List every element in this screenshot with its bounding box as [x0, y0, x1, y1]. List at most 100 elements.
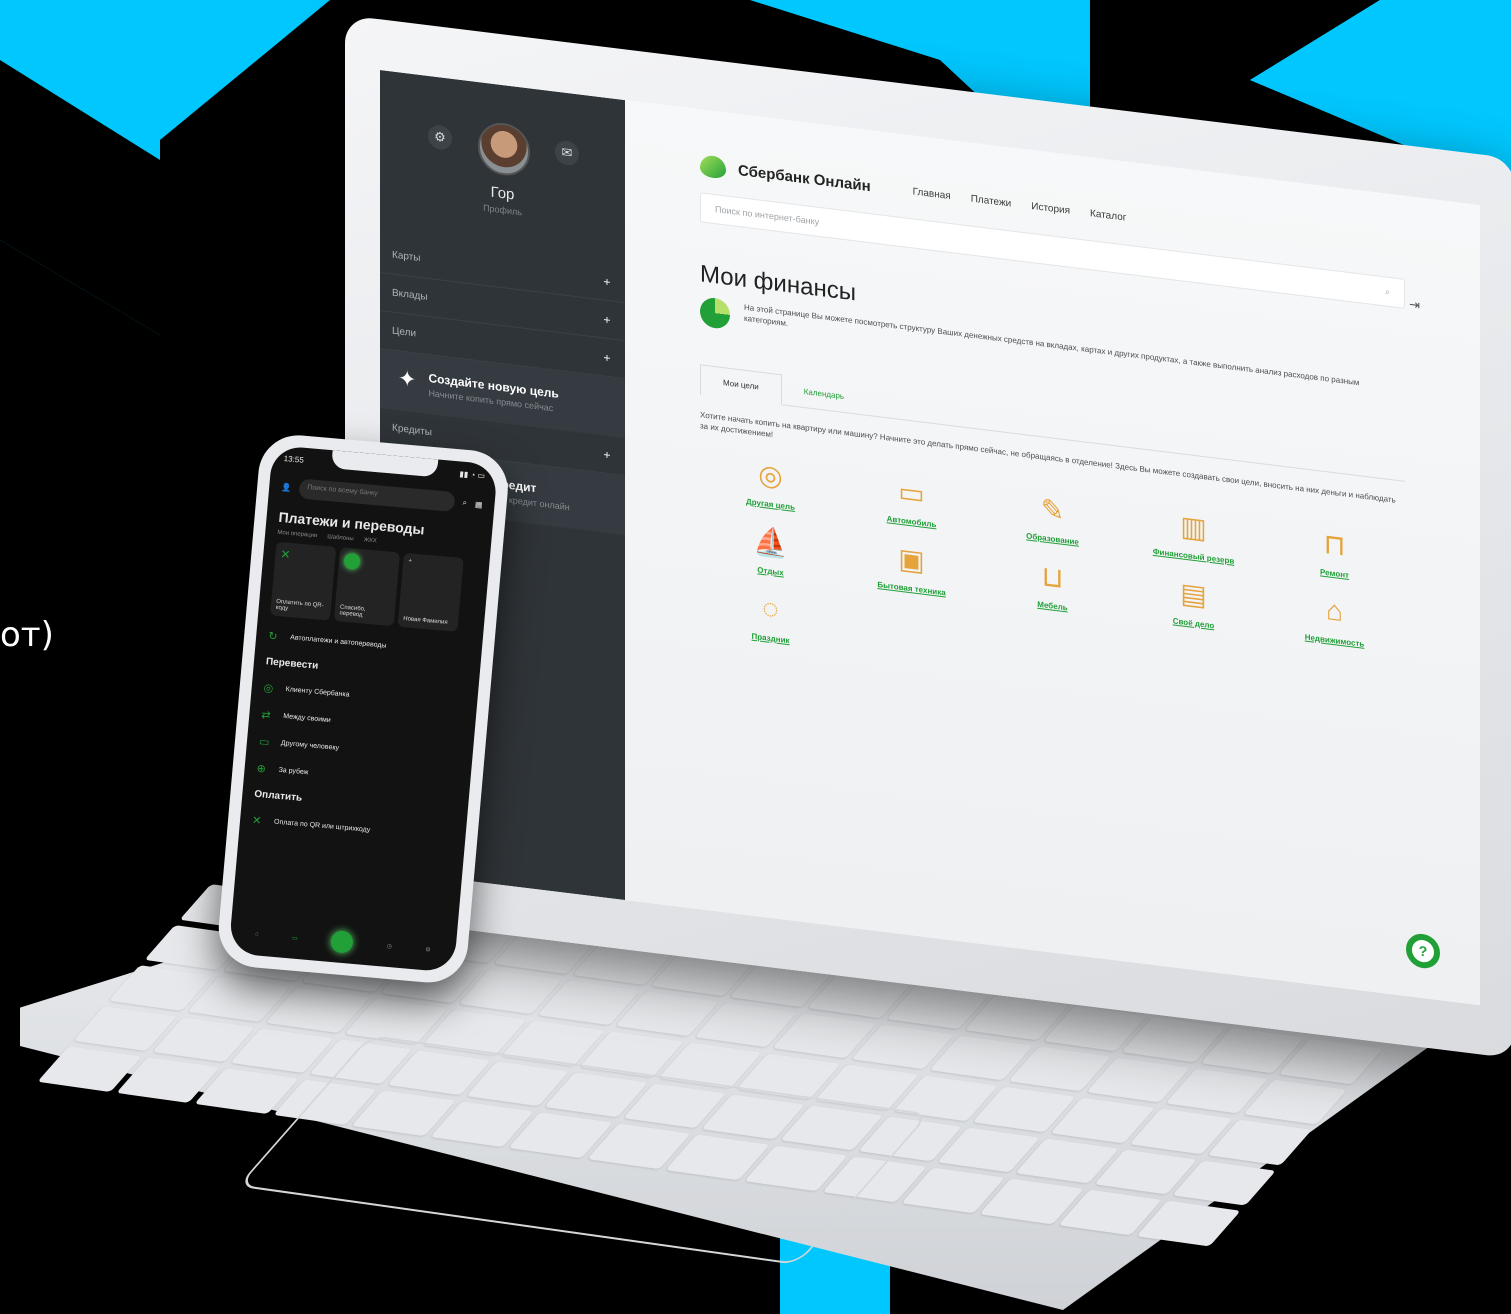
sber-icon: ◎ [263, 682, 274, 695]
nav-payments[interactable]: Платежи [971, 193, 1012, 209]
nav-payments-icon[interactable]: ▭ [292, 934, 298, 941]
swap-icon: ⇄ [260, 709, 272, 722]
sidebar-item-label: Вклады [392, 287, 428, 303]
goal-realty[interactable]: ⌂ Недвижимость [1264, 584, 1405, 654]
subtab-templates[interactable]: Шаблоны [327, 534, 354, 542]
phone-tiles: ✕ Оплатить по QR-коду Спасибо, перевод + Н… [270, 541, 478, 633]
row-label: За рубеж [278, 766, 309, 777]
goal-appliances[interactable]: ▣ Бытовая техника [841, 532, 982, 602]
subtab-operations[interactable]: Мои операции [277, 530, 318, 539]
briefcase-icon: ▤ [1180, 576, 1207, 612]
nav-home[interactable]: Главная [913, 186, 951, 202]
search-icon[interactable]: ⌕ [462, 498, 467, 508]
pay-section-title: Оплатить [253, 788, 303, 804]
card-icon: ▭ [258, 735, 270, 749]
goal-business[interactable]: ▤ Своё дело [1123, 566, 1264, 636]
search-icon[interactable]: ⌕ [1385, 286, 1390, 298]
goal-label[interactable]: Бытовая техника [877, 580, 945, 597]
goal-label[interactable]: Ремонт [1320, 567, 1349, 580]
goal-reserve[interactable]: ▥ Финансовый резерв [1123, 499, 1264, 569]
phone-notch [331, 450, 439, 478]
phone-search-input[interactable]: Поиск по всему банку [298, 478, 456, 513]
gear-icon[interactable]: ⚙ [428, 123, 452, 151]
row-label: Другому человеку [280, 739, 340, 752]
row-label: Клиенту Сбербанка [285, 686, 350, 699]
goal-label[interactable]: Мебель [1037, 600, 1067, 613]
transfer-row[interactable]: ⊕ За рубеж [256, 762, 458, 793]
transfer-section-title: Перевести [265, 656, 319, 672]
tab-calendar[interactable]: Календарь [782, 374, 866, 414]
nav-center-button[interactable] [330, 930, 355, 954]
tile-new[interactable]: + Новая Фамилия [397, 552, 464, 632]
nav-catalog[interactable]: Каталог [1090, 208, 1126, 223]
qr-icon: ✕ [251, 814, 262, 828]
sidebar-item-label: Кредиты [392, 422, 432, 439]
tab-my-goals[interactable]: Мои цели [700, 364, 782, 406]
sberbank-logo-icon[interactable] [700, 154, 726, 180]
transfer-row[interactable]: ⇄ Между своими [261, 708, 463, 739]
goal-label[interactable]: Отдых [757, 565, 783, 577]
pay-row[interactable]: ✕ Оплата по QR или штрихкоду [252, 814, 454, 845]
washing-machine-icon: ▣ [898, 542, 925, 577]
goal-label[interactable]: Другая цель [746, 497, 795, 512]
goal-education[interactable]: ✎ Образование [982, 482, 1123, 552]
pie-chart-icon [700, 296, 730, 330]
reserve-icon: ▥ [1180, 509, 1207, 545]
profile-block: ⚙ ✉ Гор Профиль [380, 70, 625, 265]
nav-chat-icon[interactable]: ⚙ [425, 946, 431, 953]
row-label: Автоплатежи и автопереводы [289, 634, 387, 650]
sparkle-icon: ✦ [398, 365, 417, 393]
goal-repair[interactable]: ⊓ Ремонт [1264, 517, 1405, 587]
goal-label[interactable]: Праздник [752, 632, 790, 646]
tile-label: Оплатить по QR-коду [275, 598, 324, 612]
education-icon: ✎ [1040, 492, 1065, 527]
tile-qr-pay[interactable]: ✕ Оплатить по QR-коду [270, 541, 337, 621]
phone-screen: 13:55 ▮▮ ◔ ▭ 👤 Поиск по всему банку ⌕ ▦ … [228, 445, 499, 973]
goal-label[interactable]: Автомобиль [887, 514, 937, 529]
balloons-icon: ◌ [762, 591, 779, 625]
autopay-row[interactable]: ↻ Автоплатежи и автопереводы [268, 629, 470, 660]
tile-thanks[interactable]: Спасибо, перевод [333, 547, 401, 627]
profile-icon[interactable]: 👤 [281, 482, 292, 492]
mail-icon[interactable]: ✉ [555, 139, 579, 167]
phone-search-row: 👤 Поиск по всему банку ⌕ ▦ [280, 477, 483, 515]
nav-history-icon[interactable]: ◷ [386, 942, 392, 949]
qr-icon: ✕ [279, 547, 292, 562]
goal-label[interactable]: Недвижимость [1305, 633, 1365, 649]
spasibo-icon [343, 552, 361, 571]
goal-car[interactable]: ▭ Автомобиль [841, 465, 982, 535]
goal-holiday[interactable]: ◌ Праздник [700, 581, 841, 651]
top-nav: Главная Платежи История Каталог [913, 186, 1127, 223]
globe-icon: ⊕ [256, 762, 267, 776]
plus-icon[interactable]: + [601, 447, 613, 462]
goal-label[interactable]: Финансовый резерв [1153, 547, 1235, 566]
plus-icon[interactable]: + [601, 350, 613, 365]
goal-furniture[interactable]: ⊔ Мебель [982, 549, 1123, 619]
sidebar-item-label: Цели [392, 325, 417, 340]
goal-vacation[interactable]: ⛵ Отдых [700, 514, 841, 584]
avatar[interactable] [478, 120, 530, 179]
goal-other[interactable]: ◎ Другая цель [700, 447, 841, 517]
laptop-screen: ⚙ ✉ Гор Профиль Карты + Вклады + Цели + ✦ С… [380, 70, 1480, 1006]
armchair-icon: ⊔ [1041, 559, 1064, 594]
main-content: Сбербанк Онлайн Главная Платежи История … [625, 100, 1480, 1006]
nav-history[interactable]: История [1031, 200, 1070, 216]
transfer-row[interactable]: ◎ Клиенту Сбербанка [263, 681, 465, 712]
logout-icon[interactable]: ⇥ [1409, 296, 1420, 313]
help-button[interactable]: ? [1406, 931, 1440, 971]
grid-icon[interactable]: ▦ [475, 499, 483, 509]
transfer-row[interactable]: ▭ Другому человеку [258, 735, 460, 766]
sidebar-item-label: Карты [392, 249, 421, 264]
car-icon: ▭ [898, 475, 925, 510]
brand-name[interactable]: Сбербанк Онлайн [738, 161, 871, 194]
goal-label[interactable]: Образование [1026, 531, 1079, 546]
row-label: Оплата по QR или штрихкоду [273, 818, 371, 834]
goal-label[interactable]: Своё дело [1173, 616, 1215, 630]
tile-label: Спасибо, перевод [339, 604, 366, 619]
tile-label: Новая Фамилия [402, 616, 448, 626]
plus-icon[interactable]: + [601, 274, 613, 289]
subtab-utilities[interactable]: ЖКХ [363, 537, 377, 544]
plus-icon[interactable]: + [601, 312, 613, 327]
side-caption: от) [0, 615, 54, 655]
nav-home-icon[interactable]: ⌂ [255, 931, 259, 937]
